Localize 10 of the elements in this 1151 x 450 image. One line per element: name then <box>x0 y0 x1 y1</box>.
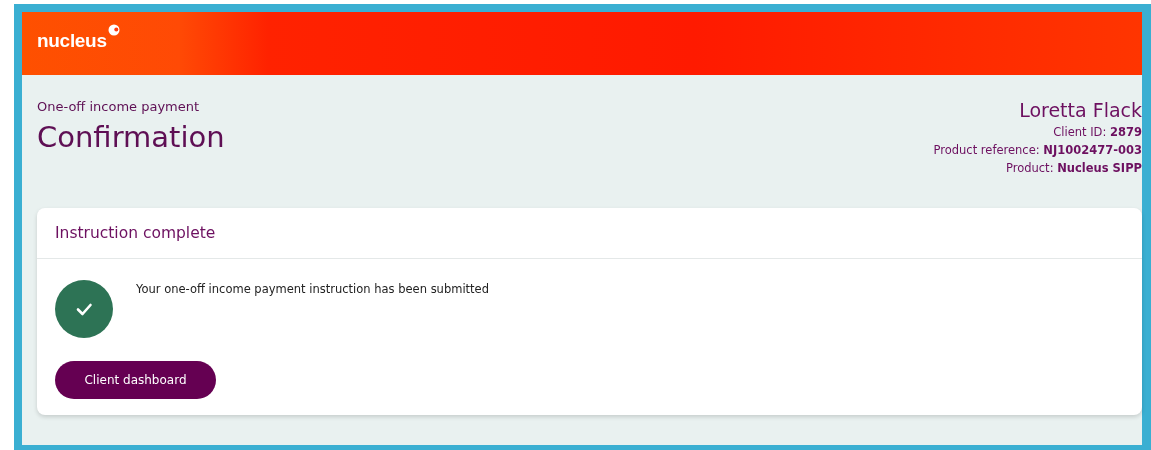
client-dashboard-button[interactable]: Client dashboard <box>55 361 216 399</box>
page-subtitle: One-off income payment <box>37 99 201 114</box>
page-title: Confirmation <box>37 120 225 154</box>
client-detail: Client ID: 2879 <box>1052 124 1142 141</box>
client-name: Loretta Flack <box>1018 99 1142 121</box>
client-detail: Product reference: NJ1002477-003 <box>933 142 1142 159</box>
card-title: Instruction complete <box>55 224 216 242</box>
client-detail: Product: Nucleus SIPP <box>1004 160 1142 177</box>
logo-icon <box>107 24 120 36</box>
confirmation-message: Your one-off income payment instruction has been submitted <box>136 282 489 296</box>
